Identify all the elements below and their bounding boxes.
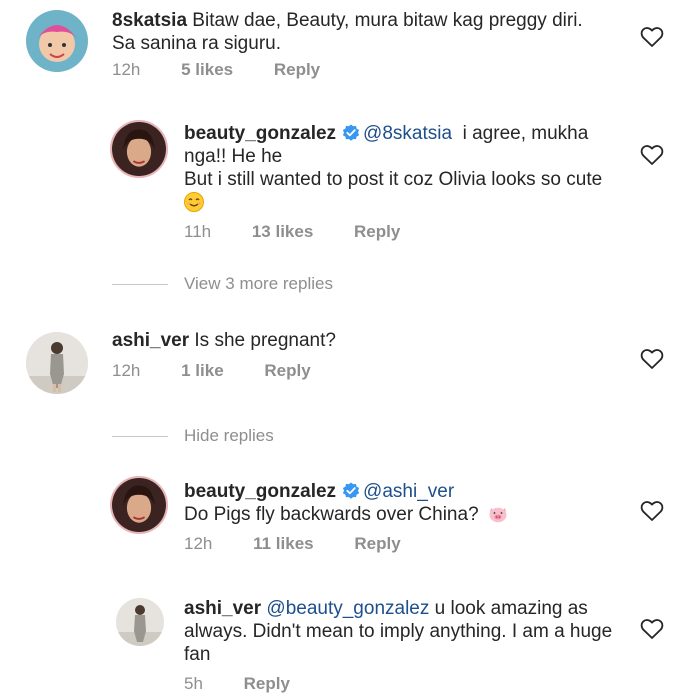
reply-button[interactable]: Reply (354, 534, 400, 553)
avatar-image (112, 122, 166, 176)
avatar[interactable] (110, 120, 168, 178)
comment-username[interactable]: 8skatsia (112, 10, 187, 31)
comment-text: Is she pregnant? (194, 330, 336, 351)
comment-likes[interactable]: 11 likes (253, 534, 314, 553)
avatar-image (26, 10, 88, 72)
comment-body: ashi_ver Is she pregnant? (112, 329, 602, 352)
comment-body: ashi_ver @beauty_gonzalez u look amazing… (184, 597, 624, 666)
comment-body: 8skatsia Bitaw dae, Beauty, mura bitaw k… (112, 9, 602, 55)
comment-text: Do Pigs fly backwards over China? (184, 504, 479, 525)
verified-badge-icon (342, 124, 360, 141)
comment-body: beauty_gonzalez @8skatsia i agree, mukha … (184, 122, 624, 214)
avatar[interactable] (110, 476, 168, 534)
view-more-replies-button[interactable]: View 3 more replies (112, 274, 333, 294)
comment-meta: 11h 13 likes Reply (184, 222, 436, 242)
comment-meta: 12h 11 likes Reply (184, 534, 437, 554)
avatar[interactable] (116, 598, 164, 646)
avatar-image (112, 478, 166, 532)
comment-likes[interactable]: 5 likes (181, 60, 233, 79)
avatar[interactable] (26, 10, 88, 72)
comment-meta: 12h 1 like Reply (112, 361, 347, 381)
comment-text: u look amazing as (434, 598, 588, 619)
comment-likes[interactable]: 1 like (181, 361, 224, 380)
comment-body: beauty_gonzalez @ashi_ver Do Pigs fly bac… (184, 480, 624, 526)
reply-button[interactable]: Reply (264, 361, 310, 380)
comment-username[interactable]: ashi_ver (184, 598, 261, 619)
comment-username[interactable]: ashi_ver (112, 330, 189, 351)
comment-time: 12h (184, 534, 213, 553)
reply-button[interactable]: Reply (244, 674, 290, 693)
comment-meta: 5h Reply (184, 674, 326, 694)
heart-icon[interactable] (640, 26, 664, 48)
avatar-image (26, 332, 88, 394)
comment-time: 12h (112, 361, 141, 380)
reply-button[interactable]: Reply (354, 222, 400, 241)
view-more-replies-label: View 3 more replies (184, 274, 333, 293)
pig-face-emoji-icon (489, 507, 507, 523)
heart-icon[interactable] (640, 618, 664, 640)
avatar-image (116, 598, 164, 646)
reply-button[interactable]: Reply (274, 60, 320, 79)
comment-text: But i still wanted to post it coz Olivia… (184, 169, 603, 190)
thread-divider (112, 435, 168, 437)
comment-text: i agree, mukha (462, 123, 589, 144)
avatar[interactable] (26, 332, 88, 394)
comment-username[interactable]: beauty_gonzalez (184, 481, 336, 502)
heart-icon[interactable] (640, 348, 664, 370)
comment-meta: 12h 5 likes Reply (112, 60, 356, 80)
comment-username[interactable]: beauty_gonzalez (184, 123, 336, 144)
comment-time: 12h (112, 60, 141, 79)
comment-text: fan (184, 644, 211, 665)
hide-replies-button[interactable]: Hide replies (112, 426, 274, 446)
heart-icon[interactable] (640, 144, 664, 166)
hide-replies-label: Hide replies (184, 426, 274, 445)
mention-link[interactable]: @beauty_gonzalez (266, 598, 429, 619)
heart-icon[interactable] (640, 500, 664, 522)
mention-link[interactable]: @ashi_ver (363, 481, 454, 502)
thread-divider (112, 283, 168, 285)
comment-likes[interactable]: 13 likes (252, 222, 313, 241)
comment-text: always. Didn't mean to imply anything. I… (184, 621, 613, 642)
comment-time: 11h (184, 222, 212, 241)
mention-link[interactable]: @8skatsia (363, 123, 452, 144)
smiling-face-emoji-icon (184, 192, 204, 212)
verified-badge-icon (342, 482, 360, 499)
comment-time: 5h (184, 674, 203, 693)
comment-text: nga!! He he (184, 146, 283, 167)
